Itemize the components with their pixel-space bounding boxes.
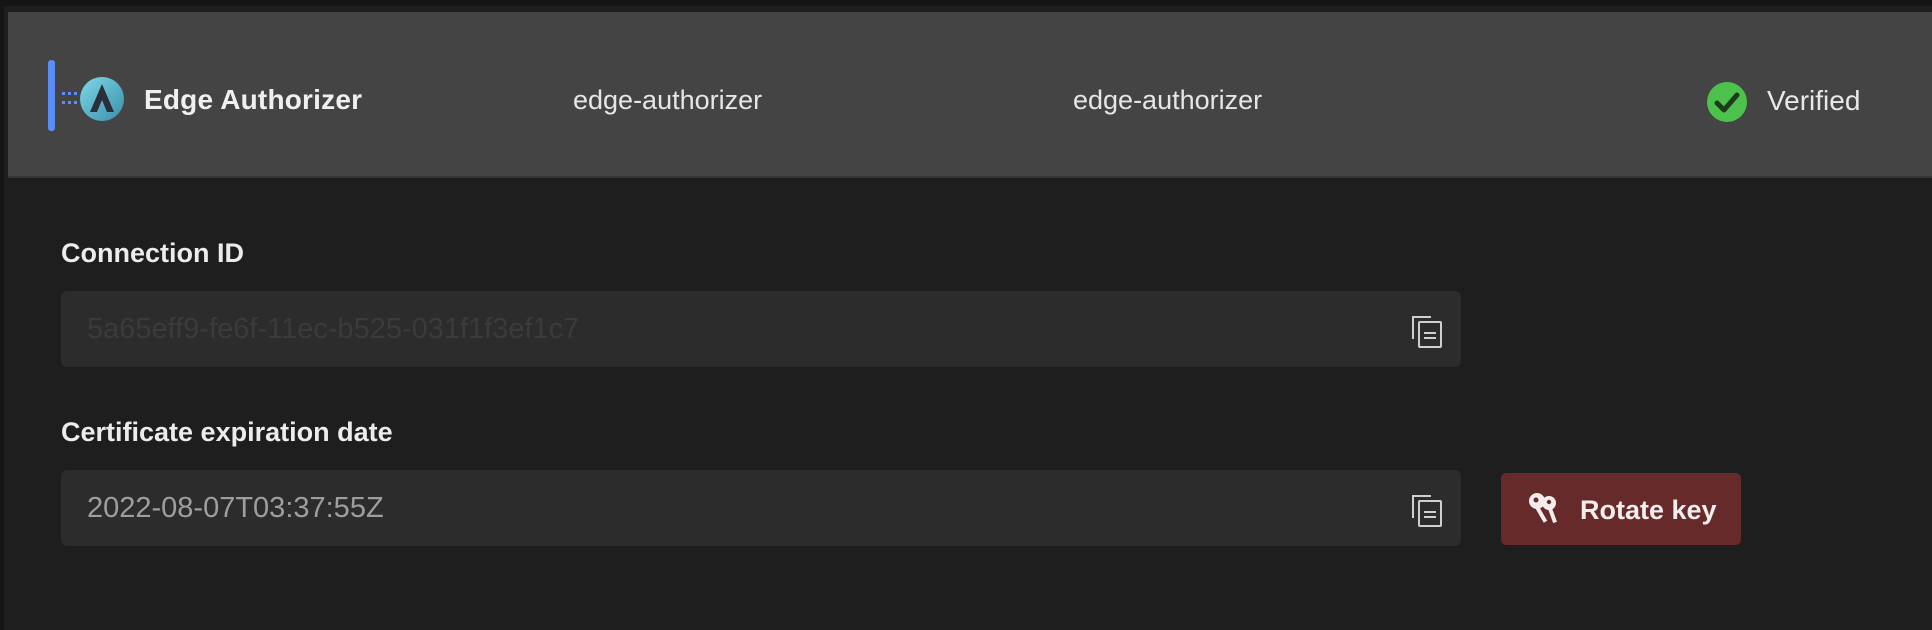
app-name: Edge Authorizer bbox=[144, 84, 363, 115]
copy-icon[interactable] bbox=[1407, 311, 1447, 351]
status-badge: Verified bbox=[1767, 85, 1861, 116]
certificate-expiration-input[interactable] bbox=[87, 492, 1387, 525]
connection-header-row[interactable]: Edge Authorizer edge-authorizer edge-aut… bbox=[8, 12, 1932, 178]
connection-panel: Edge Authorizer edge-authorizer edge-aut… bbox=[0, 0, 1932, 630]
edge-authorizer-logo-icon bbox=[80, 77, 124, 121]
check-circle-icon bbox=[1707, 82, 1747, 122]
rotate-key-label: Rotate key bbox=[1580, 495, 1717, 525]
drag-handle-icon[interactable] bbox=[62, 89, 80, 109]
connection-id-input[interactable] bbox=[87, 313, 1387, 346]
connection-id-field[interactable] bbox=[61, 291, 1461, 367]
certificate-expiration-label: Certificate expiration date bbox=[61, 417, 393, 447]
selection-accent-bar bbox=[48, 60, 55, 131]
rotate-key-button[interactable]: Rotate key bbox=[1501, 473, 1741, 545]
keys-icon bbox=[1529, 493, 1557, 524]
connection-identifier: edge-authorizer bbox=[1073, 85, 1263, 115]
connection-name: edge-authorizer bbox=[573, 85, 763, 115]
certificate-expiration-field[interactable] bbox=[61, 470, 1461, 546]
connection-id-label: Connection ID bbox=[61, 238, 244, 268]
copy-icon[interactable] bbox=[1407, 490, 1447, 530]
